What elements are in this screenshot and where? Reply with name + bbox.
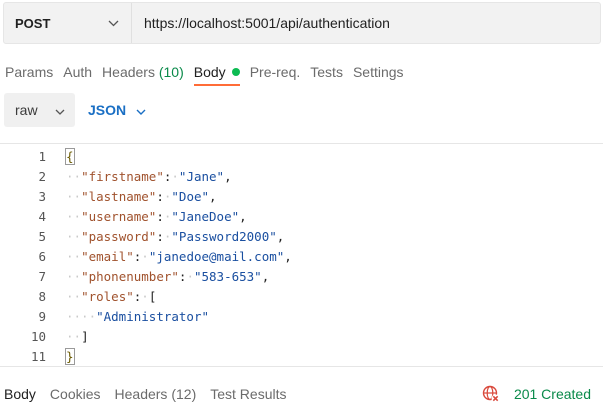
json-value: "583-653" (193, 268, 262, 284)
tab-label: Pre-req. (249, 64, 301, 80)
line-number: 1 (38, 148, 46, 164)
chevron-down-icon (55, 102, 65, 118)
json-key: "roles" (81, 288, 134, 304)
json-key: "password" (81, 228, 157, 244)
code-line: 5 ··"password":·"Password2000", (0, 226, 603, 246)
json-value: "JaneDoe" (171, 208, 240, 224)
response-headers-count: (12) (171, 386, 197, 402)
tab-body[interactable]: Body (189, 58, 245, 86)
code-line: 2 ··"firstname":·"Jane", (0, 166, 603, 186)
tab-label: Settings (352, 64, 404, 80)
json-array-item: "Administrator" (96, 308, 209, 324)
line-number: 5 (38, 228, 46, 244)
tab-label: Headers (114, 386, 168, 402)
json-value: "Doe" (171, 188, 210, 204)
response-status: 201 Created (482, 385, 591, 403)
tab-label: Auth (63, 64, 93, 80)
line-number: 10 (30, 328, 46, 344)
json-key: "phonenumber" (81, 268, 179, 284)
tab-label: Test Results (210, 386, 287, 402)
json-key: "email" (81, 248, 134, 264)
tab-settings[interactable]: Settings (348, 58, 409, 86)
method-label: POST (15, 15, 51, 31)
json-body-editor[interactable]: 1 { 2 ··"firstname":·"Jane", 3 ··"lastna… (0, 143, 603, 367)
json-key: "firstname" (81, 168, 164, 184)
line-number: 7 (38, 268, 46, 284)
code-line: 9 ····"Administrator" (0, 306, 603, 326)
response-bar: Body Cookies Headers (12) Test Results 2… (0, 377, 603, 411)
close-brace: } (65, 347, 75, 365)
body-mode-label: raw (15, 102, 38, 118)
code-line: 3 ··"lastname":·"Doe", (0, 186, 603, 206)
close-bracket: ] (81, 328, 89, 344)
json-value: "Password2000" (171, 228, 277, 244)
tab-auth[interactable]: Auth (58, 58, 97, 86)
tab-label: Body (4, 386, 36, 402)
code-line: 8 ··"roles":·[ (0, 286, 603, 306)
status-text: 201 Created (513, 386, 591, 402)
tab-headers[interactable]: Headers (10) (97, 58, 189, 86)
body-language-select[interactable]: JSON (88, 102, 146, 118)
response-tab-test-results[interactable]: Test Results (206, 386, 290, 402)
open-brace: { (65, 147, 75, 165)
response-tab-headers[interactable]: Headers (12) (111, 386, 201, 402)
line-number: 8 (38, 288, 46, 304)
globe-cross-icon[interactable] (482, 385, 500, 403)
tab-pre-request[interactable]: Pre-req. (245, 58, 306, 86)
json-value: "Jane" (178, 168, 225, 184)
json-key: "lastname" (81, 188, 157, 204)
body-mode-select[interactable]: raw (4, 93, 75, 127)
open-bracket: [ (148, 288, 157, 304)
tab-label: Cookies (49, 386, 101, 402)
code-line: 1 { (0, 146, 603, 166)
request-tabs: Params Auth Headers (10) Body Pre-req. T… (0, 58, 409, 88)
line-number: 6 (38, 248, 46, 264)
json-key: "username" (81, 208, 157, 224)
body-options: raw JSON (4, 93, 146, 127)
tab-label: Headers (102, 64, 155, 80)
request-url-bar: POST https://localhost:5001/api/authenti… (3, 2, 601, 44)
tab-label: Params (5, 64, 54, 80)
method-select[interactable]: POST (4, 3, 132, 43)
code-line: 6 ··"email":·"janedoe@mail.com", (0, 246, 603, 266)
url-input[interactable]: https://localhost:5001/api/authenticatio… (132, 15, 390, 31)
body-indicator-dot-icon (231, 68, 240, 76)
code-line: 7 ··"phonenumber":·"583-653", (0, 266, 603, 286)
response-tab-body[interactable]: Body (0, 386, 40, 402)
body-language-label: JSON (88, 102, 127, 118)
code-line: 11 } (0, 346, 603, 366)
tab-label: Body (193, 64, 226, 80)
tab-params[interactable]: Params (0, 58, 58, 86)
response-tab-cookies[interactable]: Cookies (46, 386, 105, 402)
line-number: 2 (38, 168, 46, 184)
line-number: 9 (38, 308, 46, 324)
line-number: 3 (38, 188, 46, 204)
tab-tests[interactable]: Tests (305, 58, 348, 86)
json-value: "janedoe@mail.com" (148, 248, 285, 264)
code-line: 10 ··] (0, 326, 603, 346)
line-number: 4 (38, 208, 46, 224)
tab-label: Tests (310, 64, 343, 80)
line-number: 11 (30, 348, 46, 364)
headers-count: (10) (158, 64, 184, 80)
chevron-down-icon (136, 102, 146, 118)
code-line: 4 ··"username":·"JaneDoe", (0, 206, 603, 226)
chevron-down-icon (108, 14, 119, 32)
